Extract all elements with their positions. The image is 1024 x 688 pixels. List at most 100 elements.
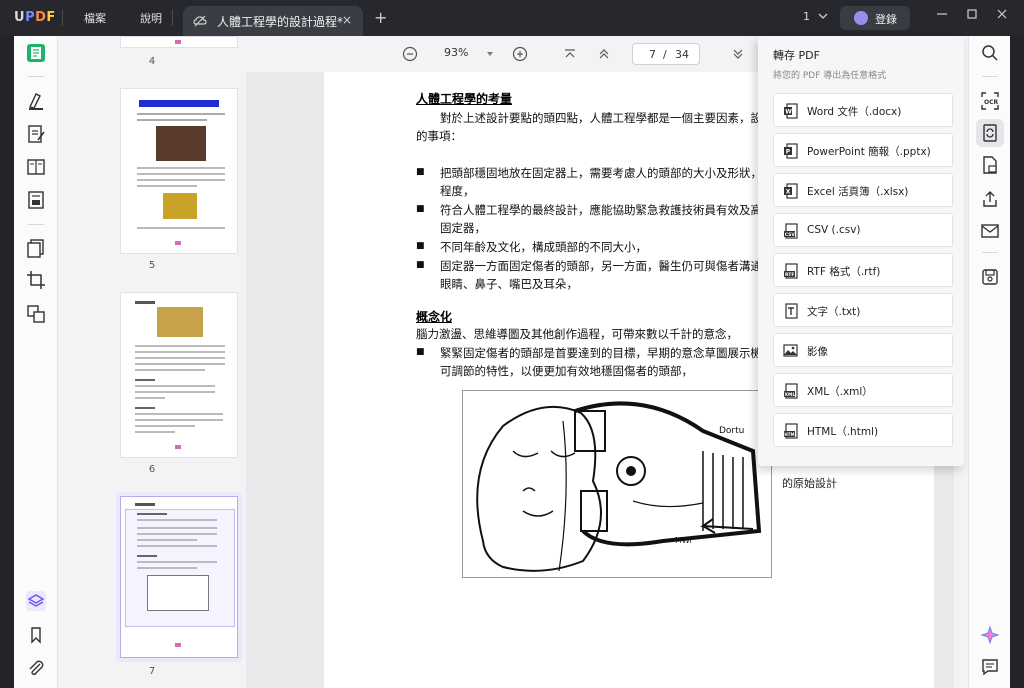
document-tab[interactable]: 人體工程學的設計過程* × xyxy=(183,6,363,36)
toolbar-divider xyxy=(28,224,44,225)
svg-text:OCR: OCR xyxy=(984,99,999,106)
left-toolbar xyxy=(14,36,58,688)
ai-assistant-icon[interactable] xyxy=(981,626,999,644)
export-format-label: 影像 xyxy=(807,346,828,358)
thumbnail-page-number: 6 xyxy=(148,464,156,475)
svg-text:P: P xyxy=(786,149,791,156)
login-label: 登錄 xyxy=(875,13,897,26)
thumbnail-page-number: 5 xyxy=(148,260,156,271)
csv-icon: CSV xyxy=(784,223,798,239)
previous-page-icon[interactable] xyxy=(596,46,612,62)
toolbar-divider xyxy=(982,76,998,77)
thumbnail-page-number: 4 xyxy=(148,56,156,67)
edit-text-icon[interactable] xyxy=(26,124,46,144)
export-word-button[interactable]: W Word 文件（.docx) xyxy=(773,93,953,127)
export-powerpoint-button[interactable]: P PowerPoint 簡報（.pptx) xyxy=(773,133,953,167)
minimize-button[interactable] xyxy=(934,8,950,24)
menu-help[interactable]: 說明 xyxy=(140,10,162,26)
layers-icon[interactable] xyxy=(26,591,46,611)
export-format-label: PowerPoint 簡報（.pptx) xyxy=(807,146,931,158)
page-number-input[interactable]: 7 / 34 xyxy=(632,43,700,65)
window-count: 1 xyxy=(803,10,810,23)
title-divider xyxy=(172,10,173,26)
comment-icon[interactable] xyxy=(981,658,999,676)
zoom-level[interactable]: 93% xyxy=(444,46,468,59)
rtf-icon: RTF xyxy=(784,263,798,279)
page-view-icon[interactable] xyxy=(26,157,46,177)
export-xml-button[interactable]: XML XML（.xml） xyxy=(773,373,953,407)
bullet: ■ xyxy=(416,347,425,357)
chevron-down-icon xyxy=(818,13,827,19)
right-toolbar: OCR xyxy=(968,36,1010,688)
page-thumbnail[interactable] xyxy=(120,36,238,48)
new-tab-button[interactable]: + xyxy=(374,8,387,27)
ocr-icon[interactable]: OCR xyxy=(981,92,999,110)
bullet: ■ xyxy=(416,167,425,177)
bullet-text: 符合人體工程學的最終設計，應能協助緊急救護技術員有效及高效 xyxy=(440,203,774,217)
menu-file[interactable]: 檔案 xyxy=(84,10,106,26)
paragraph-line: 腦力激盪、思維導圖及其他創作過程，可帶來數以千計的意念， xyxy=(416,327,738,341)
email-icon[interactable] xyxy=(981,222,999,240)
export-format-label: Excel 活頁簿（.xlsx) xyxy=(807,186,909,198)
tab-close-button[interactable]: × xyxy=(342,13,352,27)
zoom-dropdown-icon[interactable] xyxy=(482,46,498,62)
svg-text:MWr: MWr xyxy=(675,536,693,545)
highlighter-icon[interactable] xyxy=(26,91,46,111)
bullet: ■ xyxy=(416,241,425,251)
export-image-button[interactable]: 影像 xyxy=(773,333,953,367)
concept-sketch-image: Dortu MWr xyxy=(462,390,772,578)
export-rtf-button[interactable]: RTF RTF 格式（.rtf) xyxy=(773,253,953,287)
svg-text:RTF: RTF xyxy=(785,272,794,278)
txt-icon xyxy=(785,303,798,319)
share-icon[interactable] xyxy=(981,190,999,208)
form-icon[interactable] xyxy=(26,190,46,210)
export-format-label: CSV (.csv) xyxy=(807,224,861,236)
thumbnail-panel: 4 5 6 7 xyxy=(58,36,246,688)
export-html-button[interactable]: HTM HTML（.html) xyxy=(773,413,953,447)
current-page: 7 xyxy=(649,48,656,61)
next-page-icon[interactable] xyxy=(730,46,746,62)
export-pdf-panel: 轉存 PDF 將您的 PDF 導出為任意格式 W Word 文件（.docx) … xyxy=(758,36,964,466)
maximize-button[interactable] xyxy=(964,8,980,24)
paragraph-line: 對於上述設計要點的頭四點，人體工程學都是一個主要因素，設計 xyxy=(440,111,774,125)
powerpoint-icon: P xyxy=(784,143,798,159)
heading-ergonomics: 人體工程學的考量 xyxy=(416,92,513,106)
export-txt-button[interactable]: 文字（.txt) xyxy=(773,293,953,327)
organize-pages-icon[interactable] xyxy=(26,238,46,258)
crop-icon[interactable] xyxy=(26,270,46,290)
save-icon[interactable] xyxy=(981,268,999,286)
svg-text:Dortu: Dortu xyxy=(719,426,744,436)
close-window-button[interactable] xyxy=(994,8,1010,24)
page-thumbnail[interactable] xyxy=(120,88,238,254)
svg-text:W: W xyxy=(785,109,792,116)
bullet-text: 可調節的特性，以便更加有效地穩固傷者的頭部， xyxy=(440,364,693,378)
tools-icon[interactable] xyxy=(26,304,46,324)
export-panel-title: 轉存 PDF xyxy=(773,49,820,62)
bookmark-icon[interactable] xyxy=(26,625,46,645)
image-icon xyxy=(783,344,798,357)
page-thumbnail-selected[interactable] xyxy=(120,496,238,658)
window-count-dropdown[interactable]: 1 xyxy=(803,10,828,23)
reader-icon[interactable] xyxy=(26,43,46,63)
paragraph-line: 的事項： xyxy=(416,129,462,143)
tab-title: 人體工程學的設計過程* xyxy=(217,15,344,29)
convert-pdf-icon[interactable] xyxy=(981,124,999,142)
page-toolbar: 93% 7 / 34 xyxy=(246,36,760,72)
search-icon[interactable] xyxy=(981,44,999,62)
login-button[interactable]: 登錄 xyxy=(840,6,910,30)
bullet-text: 固定器一方面固定傷者的頭部，另一方面，醫生仍可與傷者溝通， xyxy=(440,259,774,273)
page-thumbnail[interactable] xyxy=(120,292,238,458)
attachment-icon[interactable] xyxy=(26,658,46,678)
export-excel-button[interactable]: X Excel 活頁簿（.xlsx) xyxy=(773,173,953,207)
first-page-icon[interactable] xyxy=(562,46,578,62)
bullet-text: 程度， xyxy=(440,184,475,198)
export-format-label: HTML（.html) xyxy=(807,426,879,438)
protect-pdf-icon[interactable] xyxy=(981,156,999,174)
bullet: ■ xyxy=(416,204,425,214)
zoom-in-icon[interactable] xyxy=(512,46,528,62)
export-csv-button[interactable]: CSV CSV (.csv) xyxy=(773,213,953,247)
title-divider xyxy=(62,10,63,26)
heading-conceptualization: 概念化 xyxy=(416,310,453,324)
zoom-out-icon[interactable] xyxy=(402,46,418,62)
svg-text:HTM: HTM xyxy=(784,432,794,437)
